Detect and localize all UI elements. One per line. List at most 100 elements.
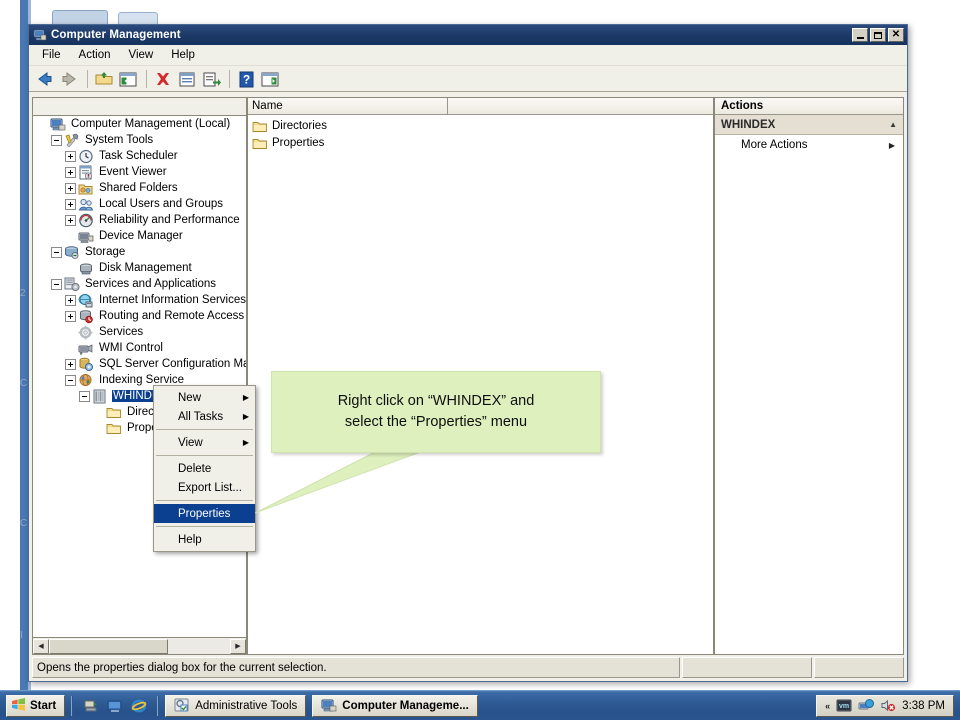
taskbar-button-administrative-tools[interactable]: Administrative Tools [165,694,307,717]
tray-expand-chevron-icon[interactable]: « [825,701,830,711]
tree-node-routing-and-remote-access[interactable]: Routing and Remote Access [33,308,246,324]
column-header-blank[interactable] [448,98,713,114]
export-list-icon[interactable] [200,68,222,90]
computer-management-icon [33,28,47,42]
minimize-button[interactable] [852,28,868,42]
up-folder-icon[interactable] [93,68,115,90]
taskbar-button-computer-management[interactable]: Computer Manageme... [312,694,478,717]
scrollbar-track[interactable] [49,638,230,654]
expand-plus-icon[interactable] [64,166,76,178]
menu-item-view[interactable]: View [120,47,163,63]
tree-node-system-tools[interactable]: System Tools [33,132,246,148]
collapse-minus-icon[interactable] [50,134,62,146]
volume-muted-icon[interactable] [880,698,896,713]
vm-icon[interactable]: vm [836,698,852,713]
maximize-button[interactable] [870,28,886,42]
context-menu-item-all-tasks[interactable]: All Tasks ▶ [154,407,255,426]
tree-node-services-and-applications[interactable]: Services and Applications [33,276,246,292]
show-hide-tree-icon[interactable] [117,68,139,90]
actions-group-whindex[interactable]: WHINDEX ▲ [715,115,903,135]
tree-node-disk-management[interactable]: Disk Management [33,260,246,276]
collapse-minus-icon[interactable] [64,374,76,386]
close-button[interactable]: ✕ [888,28,904,42]
scroll-left-button[interactable]: ◀ [33,638,49,654]
tray-clock[interactable]: 3:38 PM [902,700,945,712]
expand-plus-icon[interactable] [64,182,76,194]
expand-plus-icon[interactable] [64,150,76,162]
expand-plus-icon[interactable] [64,294,76,306]
status-cell-2 [682,657,812,678]
collapse-minus-icon[interactable] [78,390,90,402]
context-menu[interactable]: New ▶ All Tasks ▶ View ▶ Delete Export List... P… [153,385,256,552]
list-item[interactable]: Directories [248,117,713,134]
iis-icon [78,293,94,308]
tree-node-storage[interactable]: Storage [33,244,246,260]
menu-bar: File Action View Help [29,45,907,66]
tree-node-internet-information-services-i[interactable]: Internet Information Services (I [33,292,246,308]
network-icon[interactable] [858,698,875,713]
expand-plus-icon[interactable] [64,310,76,322]
collapse-minus-icon[interactable] [50,246,62,258]
status-bar: Opens the properties dialog box for the … [32,657,904,678]
back-arrow-icon[interactable] [34,68,56,90]
expand-plus-icon[interactable] [64,214,76,226]
collapse-minus-icon[interactable] [50,278,62,290]
tree-node-spacer [64,230,76,242]
context-menu-item-view[interactable]: View ▶ [154,433,255,452]
action-more-actions[interactable]: More Actions ▶ [715,135,903,155]
expand-plus-icon[interactable] [64,198,76,210]
tree-node-device-manager[interactable]: Device Manager [33,228,246,244]
switch-window-icon[interactable] [107,698,123,714]
scrollbar-thumb[interactable] [49,638,169,654]
tree-node-spacer [64,342,76,354]
tree-node-local-users-and-groups[interactable]: Local Users and Groups [33,196,246,212]
console-tree[interactable]: Computer Management (Local) System Tools T… [33,116,246,637]
start-button[interactable]: Start [6,694,66,717]
show-action-pane-icon[interactable] [259,68,281,90]
forward-arrow-icon[interactable] [58,68,80,90]
column-header-name[interactable]: Name [248,98,448,114]
catalog-icon [92,389,108,404]
list-item[interactable]: Properties [248,134,713,151]
expand-plus-icon[interactable] [64,358,76,370]
console-tree-pane: Computer Management (Local) System Tools T… [32,97,247,655]
help-icon[interactable]: ? [235,68,257,90]
context-menu-item-label: Properties [178,507,231,520]
menu-item-action[interactable]: Action [70,47,120,63]
tree-node-shared-folders[interactable]: Shared Folders [33,180,246,196]
tree-node-sql-server-configuration-mana[interactable]: SQL Server Configuration Mana [33,356,246,372]
tree-node-label: Device Manager [99,230,183,242]
properties-icon[interactable] [176,68,198,90]
tree-horizontal-scrollbar[interactable]: ◀ ▶ [33,637,246,654]
device-manager-icon [78,229,94,244]
menu-item-file[interactable]: File [33,47,70,63]
context-menu-item-new[interactable]: New ▶ [154,388,255,407]
tree-node-task-scheduler[interactable]: Task Scheduler [33,148,246,164]
context-menu-item-help[interactable]: Help [154,530,255,549]
tree-node-event-viewer[interactable]: Event Viewer [33,164,246,180]
show-desktop-icon[interactable] [83,698,99,714]
context-menu-item-delete[interactable]: Delete [154,459,255,478]
window-body: Computer Management (Local) System Tools T… [32,97,904,655]
scroll-right-button[interactable]: ▶ [230,638,246,654]
internet-explorer-icon[interactable] [131,698,147,714]
performance-gauge-icon [78,213,94,228]
taskbar-divider-1 [71,695,74,716]
window-titlebar[interactable]: Computer Management ✕ [29,25,907,45]
tree-node-reliability-and-performance[interactable]: Reliability and Performance [33,212,246,228]
actions-pane-title: Actions [715,98,903,115]
chevron-up-icon[interactable]: ▲ [889,120,897,129]
window-title: Computer Management [51,29,181,41]
list-item-label: Properties [272,136,325,149]
context-menu-item-properties[interactable]: Properties [154,504,255,523]
tree-node-computer-management-local[interactable]: Computer Management (Local) [33,116,246,132]
start-label: Start [30,699,57,712]
submenu-arrow-icon: ▶ [242,412,249,421]
menu-item-help[interactable]: Help [162,47,204,63]
context-menu-item-export-list[interactable]: Export List... [154,478,255,497]
tree-node-wmi-control[interactable]: WMI Control [33,340,246,356]
tree-node-label: Disk Management [99,262,192,274]
delete-icon[interactable] [152,68,174,90]
tree-node-services[interactable]: Services [33,324,246,340]
admin-tools-icon [174,698,190,713]
